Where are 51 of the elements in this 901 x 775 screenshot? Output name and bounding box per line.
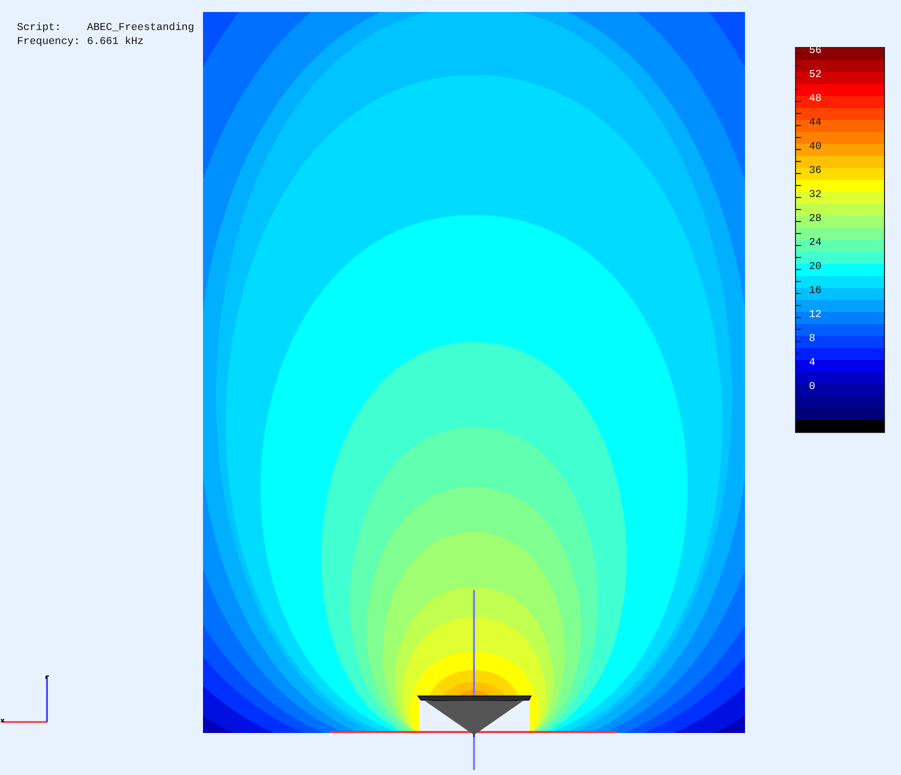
info-label: Frequency: <box>17 36 80 49</box>
info-value: ABEC_Freestanding <box>87 22 194 35</box>
scale-label: 16 <box>809 285 822 297</box>
tick-mark <box>796 353 801 354</box>
tick-mark <box>796 377 801 378</box>
tick-mark <box>796 257 801 258</box>
tick-mark <box>796 293 801 294</box>
tick-mark <box>796 185 801 186</box>
scale-label: 24 <box>809 237 822 249</box>
tick-mark <box>796 221 801 222</box>
scale-label: 36 <box>809 165 822 177</box>
tick-mark <box>796 341 801 342</box>
scale-label: 52 <box>809 69 822 81</box>
tick-mark <box>796 137 801 138</box>
tick-mark <box>796 53 801 54</box>
scale-label: 8 <box>809 333 816 345</box>
tick-mark <box>796 401 801 402</box>
info-label: Script: <box>17 22 62 35</box>
scale-label: 0 <box>809 381 816 393</box>
tick-mark <box>796 65 801 66</box>
scale-label: 4 <box>809 357 816 369</box>
info-value: 6.661 kHz <box>87 36 145 49</box>
tick-mark <box>796 197 801 198</box>
scale-label: 20 <box>809 261 822 273</box>
tick-mark <box>796 125 801 126</box>
scale-label: 40 <box>809 141 822 153</box>
tick-mark <box>796 413 801 414</box>
tick-mark <box>796 113 801 114</box>
tick-mark <box>796 173 801 174</box>
tick-mark <box>796 161 801 162</box>
tick-mark <box>796 101 801 102</box>
tick-mark <box>796 233 801 234</box>
scale-label: 48 <box>809 93 822 105</box>
tick-mark <box>796 149 801 150</box>
scale-label: 12 <box>809 309 822 321</box>
tick-mark <box>796 389 801 390</box>
tick-mark <box>796 245 801 246</box>
scale-label: 56 <box>809 45 822 57</box>
scale-label: 28 <box>809 213 822 225</box>
tick-mark <box>796 365 801 366</box>
tick-mark <box>796 317 801 318</box>
axes-icon <box>0 674 50 724</box>
tick-mark <box>796 329 801 330</box>
tick-mark <box>796 89 801 90</box>
tick-mark <box>796 269 801 270</box>
tick-mark <box>796 77 801 78</box>
scale-label: 44 <box>809 117 822 129</box>
scale-label: 32 <box>809 189 822 201</box>
tick-mark <box>796 305 801 306</box>
tick-mark <box>796 281 801 282</box>
tick-mark <box>796 209 801 210</box>
